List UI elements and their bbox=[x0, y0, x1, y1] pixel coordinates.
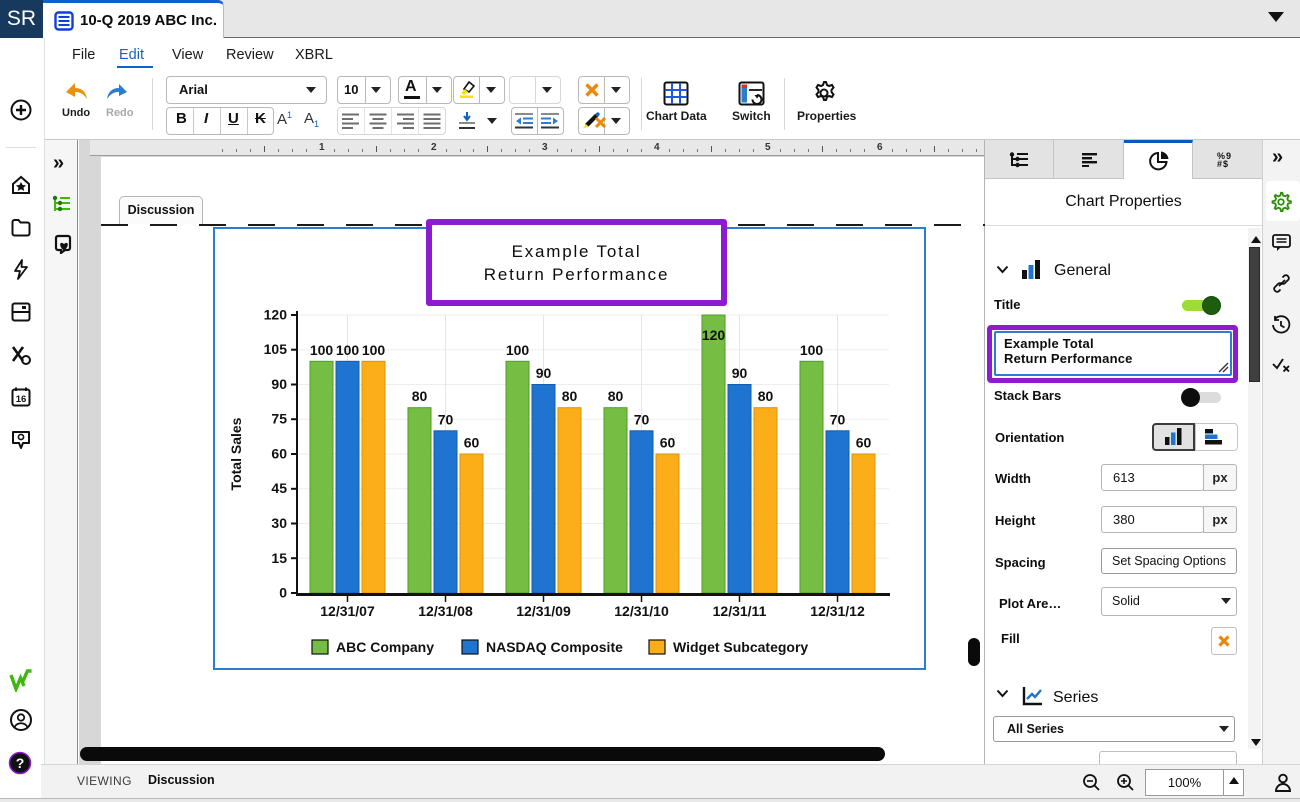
svg-text:12/31/11: 12/31/11 bbox=[713, 603, 767, 619]
svg-text:120: 120 bbox=[264, 307, 288, 323]
svg-text:80: 80 bbox=[412, 388, 428, 404]
svg-text:Total Sales: Total Sales bbox=[228, 417, 244, 490]
svg-text:100: 100 bbox=[310, 342, 334, 358]
svg-text:60: 60 bbox=[464, 435, 480, 451]
svg-text:60: 60 bbox=[660, 435, 676, 451]
svg-text:100: 100 bbox=[800, 342, 824, 358]
svg-text:0: 0 bbox=[279, 585, 287, 601]
svg-text:70: 70 bbox=[438, 411, 454, 427]
svg-text:90: 90 bbox=[732, 365, 748, 381]
svg-text:45: 45 bbox=[271, 480, 287, 496]
svg-text:12/31/07: 12/31/07 bbox=[320, 603, 375, 619]
svg-text:120: 120 bbox=[702, 327, 726, 343]
svg-text:30: 30 bbox=[271, 515, 287, 531]
svg-text:12/31/08: 12/31/08 bbox=[418, 603, 473, 619]
svg-text:16: 16 bbox=[16, 394, 27, 405]
svg-text:105: 105 bbox=[264, 341, 288, 357]
svg-text:ABC Company: ABC Company bbox=[336, 639, 434, 655]
svg-text:80: 80 bbox=[562, 388, 578, 404]
svg-text:Widget Subcategory: Widget Subcategory bbox=[673, 639, 808, 655]
svg-text:100: 100 bbox=[506, 342, 530, 358]
svg-text:100: 100 bbox=[362, 342, 386, 358]
svg-text:12/31/12: 12/31/12 bbox=[810, 603, 865, 619]
svg-text:12/31/09: 12/31/09 bbox=[516, 603, 571, 619]
svg-text:100: 100 bbox=[336, 342, 360, 358]
svg-text:75: 75 bbox=[271, 411, 287, 427]
svg-text:90: 90 bbox=[536, 365, 552, 381]
svg-text:NASDAQ Composite: NASDAQ Composite bbox=[486, 639, 623, 655]
svg-text:60: 60 bbox=[856, 435, 872, 451]
svg-text:15: 15 bbox=[271, 550, 287, 566]
svg-text:80: 80 bbox=[608, 388, 624, 404]
svg-text:80: 80 bbox=[758, 388, 774, 404]
svg-text:12/31/10: 12/31/10 bbox=[614, 603, 669, 619]
svg-text:70: 70 bbox=[830, 411, 846, 427]
svg-text:70: 70 bbox=[634, 411, 650, 427]
svg-text:90: 90 bbox=[271, 376, 287, 392]
svg-text:60: 60 bbox=[271, 446, 287, 462]
